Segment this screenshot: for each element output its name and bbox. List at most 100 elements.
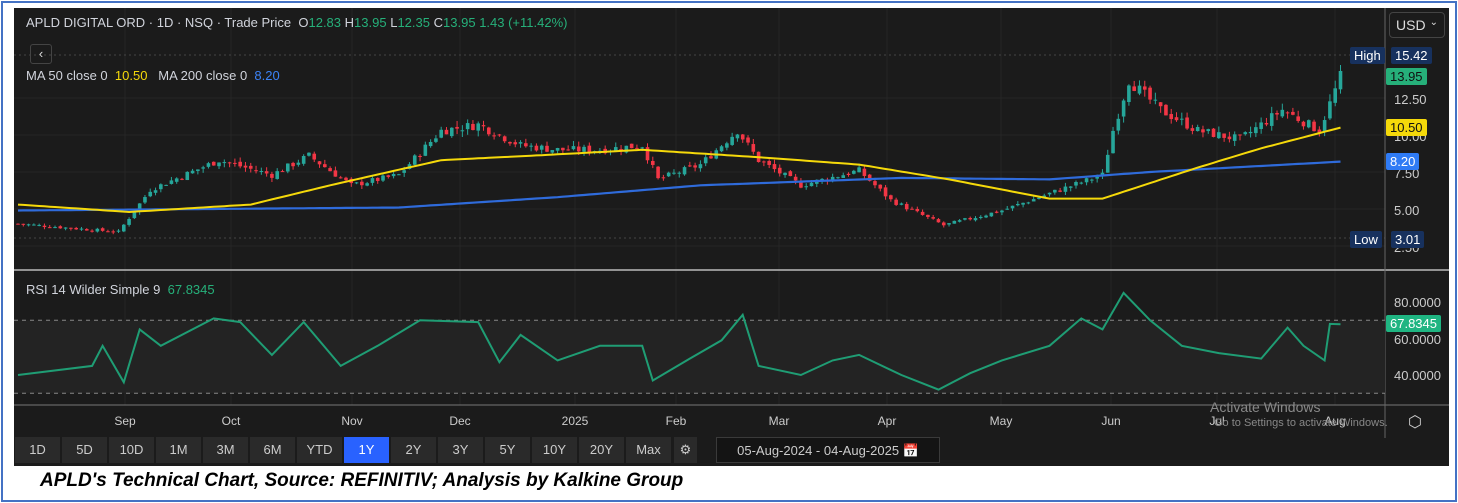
- range-settings-button[interactable]: ⚙: [674, 437, 698, 463]
- candle-body: [561, 147, 565, 151]
- range-button-6m[interactable]: 6M: [250, 437, 296, 463]
- candle-body: [328, 168, 332, 172]
- range-button-10y[interactable]: 10Y: [532, 437, 578, 463]
- candle-body: [1169, 114, 1174, 120]
- candle-body: [455, 126, 459, 129]
- range-button-max[interactable]: Max: [626, 437, 672, 463]
- candle-body: [640, 147, 645, 149]
- candle-body: [963, 218, 967, 220]
- ma50-label: MA 50 close 0: [26, 68, 108, 83]
- candle-body: [978, 216, 983, 218]
- rsi-tick: 60.0000: [1394, 332, 1441, 347]
- price-tick: 12.50: [1394, 92, 1427, 107]
- date-range-picker[interactable]: 05-Aug-2024 - 04-Aug-2025 📅: [716, 437, 940, 463]
- candle-body: [58, 226, 63, 229]
- ma200-label: MA 200 close 0: [158, 68, 248, 83]
- high-value: 13.95: [354, 15, 387, 30]
- candle-body: [725, 143, 729, 148]
- range-button-ytd[interactable]: YTD: [297, 437, 343, 463]
- candle-body: [111, 231, 116, 233]
- candle-body: [735, 134, 740, 139]
- candle-body: [264, 171, 269, 174]
- candle-body: [1238, 134, 1242, 136]
- candle-body: [1322, 120, 1327, 132]
- instrument-title: APLD DIGITAL ORD · 1D · NSQ · Trade Pric…: [26, 15, 292, 30]
- candle-body: [1206, 129, 1211, 132]
- candle-body: [1090, 179, 1094, 181]
- range-button-1d[interactable]: 1D: [15, 437, 61, 463]
- candle-body: [518, 142, 523, 144]
- high-label: H: [344, 15, 355, 30]
- candle-body: [497, 134, 502, 136]
- candle-body: [174, 178, 179, 182]
- candle-body: [767, 160, 771, 165]
- candle-body: [1291, 111, 1295, 115]
- candle-body: [32, 224, 36, 226]
- candle-body: [190, 170, 195, 174]
- candle-body: [1079, 182, 1084, 184]
- collapse-legend-button[interactable]: ‹: [30, 44, 52, 64]
- rsi-tick: 80.0000: [1394, 295, 1441, 310]
- range-button-1y[interactable]: 1Y: [344, 437, 390, 463]
- range-button-5y[interactable]: 5Y: [485, 437, 531, 463]
- candle-body: [841, 175, 846, 178]
- candle-body: [164, 184, 168, 186]
- candle-body: [571, 146, 576, 150]
- candle-body: [185, 171, 190, 181]
- rsi-label: RSI 14 Wilder Simple 9: [26, 282, 161, 297]
- month-label: Dec: [449, 414, 471, 428]
- chart-panel[interactable]: APLD DIGITAL ORD · 1D · NSQ · Trade Pric…: [14, 8, 1449, 466]
- range-button-2y[interactable]: 2Y: [391, 437, 437, 463]
- candle-body: [1180, 118, 1184, 120]
- candle-body: [989, 212, 994, 217]
- range-button-20y[interactable]: 20Y: [579, 437, 625, 463]
- candle-body: [666, 172, 671, 177]
- price-tick: 5.00: [1394, 203, 1420, 218]
- candle-body: [1243, 132, 1248, 135]
- candle-body: [1211, 128, 1216, 137]
- ma50-value: 10.50: [114, 68, 148, 83]
- candle-body: [1158, 102, 1163, 107]
- candle-body: [1338, 70, 1343, 90]
- candle-body: [1105, 154, 1110, 173]
- candle-body: [719, 146, 724, 152]
- month-label: Sep: [114, 414, 136, 428]
- month-label: Feb: [665, 414, 687, 428]
- axis-settings-icon[interactable]: ⬡: [1408, 412, 1422, 432]
- candle-body: [307, 152, 311, 156]
- candle-body: [84, 229, 89, 231]
- ma50-line: [17, 126, 1341, 214]
- range-button-3y[interactable]: 3Y: [438, 437, 484, 463]
- range-button-5d[interactable]: 5D: [62, 437, 108, 463]
- candle-body: [1254, 127, 1258, 134]
- candle-body: [338, 177, 343, 179]
- candle-body: [42, 225, 47, 228]
- candle-body: [418, 155, 422, 157]
- candle-body: [836, 177, 840, 179]
- candle-body: [852, 170, 856, 174]
- candle-body: [428, 141, 433, 147]
- candle-body: [90, 230, 94, 232]
- candle-body: [783, 172, 787, 176]
- candle-body: [1269, 113, 1274, 126]
- range-button-1m[interactable]: 1M: [156, 437, 202, 463]
- gear-icon: ⚙: [679, 442, 692, 457]
- month-label: Apr: [877, 414, 897, 428]
- candle-body: [984, 215, 988, 218]
- low-tag-label: Low: [1350, 231, 1382, 248]
- candle-body: [1275, 112, 1279, 115]
- month-label: May: [989, 414, 1013, 428]
- rsi-tick: 40.0000: [1394, 368, 1441, 383]
- candle-body: [354, 182, 359, 184]
- candle-body: [910, 208, 914, 210]
- currency-select[interactable]: USD ⌄: [1389, 12, 1445, 38]
- candle-body: [973, 218, 978, 221]
- candle-body: [635, 147, 639, 149]
- figure-caption: APLD's Technical Chart, Source: REFINITI…: [40, 470, 684, 491]
- range-button-10d[interactable]: 10D: [109, 437, 155, 463]
- candle-body: [402, 170, 406, 173]
- candle-body: [846, 173, 851, 176]
- candle-body: [1142, 86, 1147, 90]
- candle-body: [100, 228, 105, 231]
- range-button-3m[interactable]: 3M: [203, 437, 249, 463]
